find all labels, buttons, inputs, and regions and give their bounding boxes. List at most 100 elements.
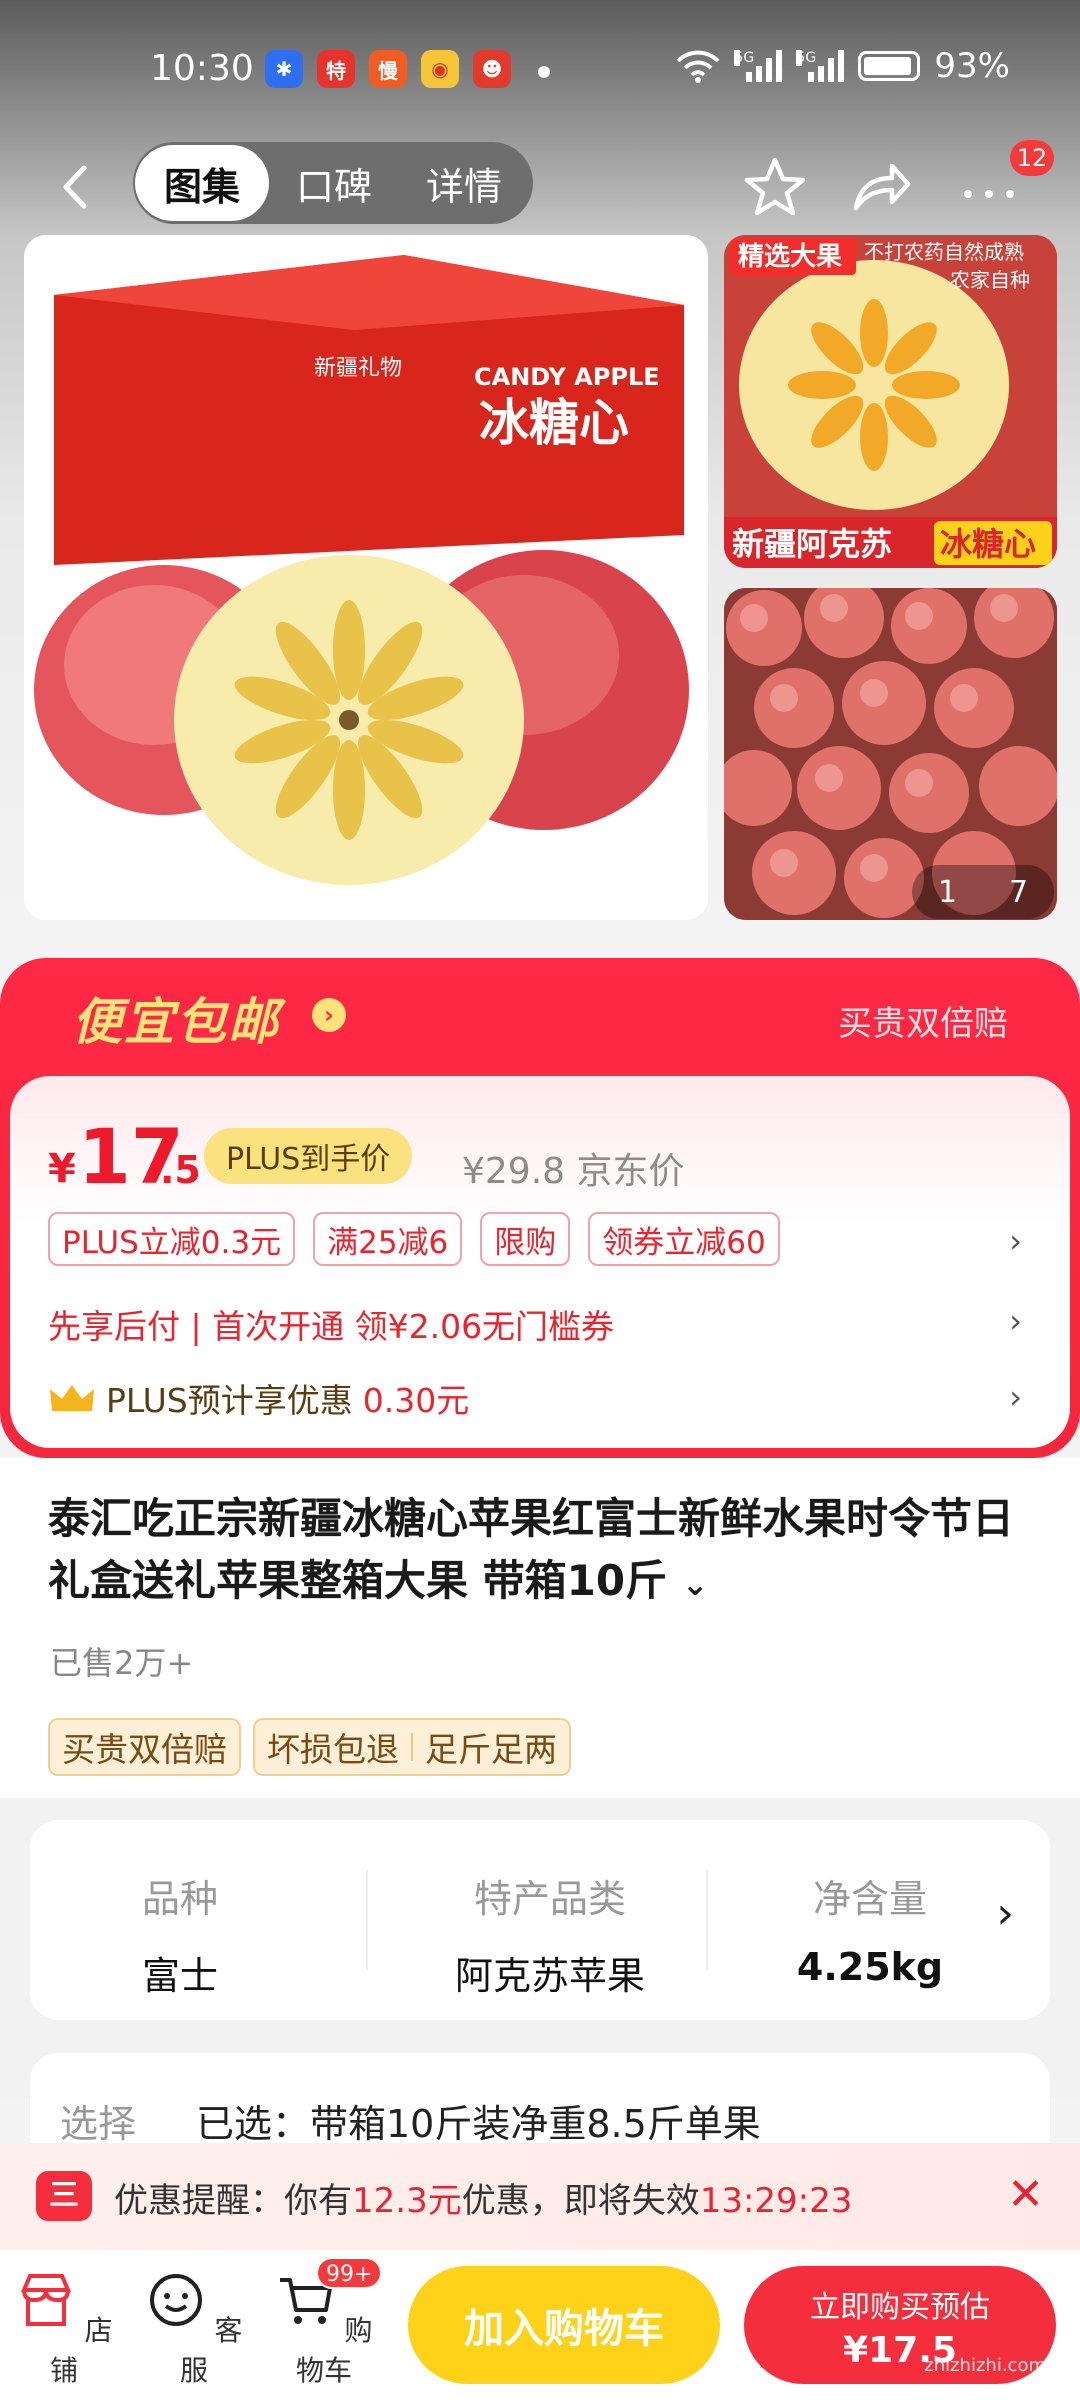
close-icon[interactable]: ✕ bbox=[1007, 2169, 1044, 2220]
status-right: 5G 5G 93% bbox=[676, 46, 1010, 86]
signal-2-icon: 5G bbox=[796, 50, 845, 82]
select-value: 已选：带箱10斤装净重8.5斤单果 bbox=[196, 2102, 761, 2146]
battery-icon bbox=[858, 51, 921, 81]
tags-chevron-icon[interactable]: › bbox=[1009, 1222, 1022, 1260]
crown-icon bbox=[50, 1385, 94, 1411]
thumb1-caption-tag: 冰糖心 bbox=[940, 525, 1036, 563]
plus-benefit-row[interactable]: PLUS预计享优惠 0.30元 bbox=[48, 1374, 469, 1422]
tag-full-reduction[interactable]: 满25减6 bbox=[313, 1212, 463, 1266]
buy-now-label: 立即购买预估 bbox=[810, 2290, 990, 2325]
net-label-1: 5G bbox=[734, 50, 755, 66]
tag-plus-discount[interactable]: PLUS立减0.3元 bbox=[48, 1212, 296, 1266]
tag-coupon[interactable]: 领券立减60 bbox=[588, 1212, 780, 1266]
counter-total: 7 bbox=[1008, 874, 1029, 910]
orig-price-label: 京东价 bbox=[576, 1151, 685, 1192]
image-counter: 1 7 bbox=[912, 865, 1054, 919]
sold-count: 已售2万+ bbox=[50, 1644, 194, 1682]
main-product-image[interactable]: 新疆礼物 CANDY APPLE 冰糖心 bbox=[24, 235, 708, 920]
man-icon: 慢 bbox=[369, 50, 407, 88]
pay-later-row[interactable]: 先享后付 | 首次开通 领¥2.06无门槛券 bbox=[48, 1300, 614, 1348]
cart-count-badge: 99+ bbox=[316, 2257, 383, 2289]
image-gallery: 新疆礼物 CANDY APPLE 冰糖心 精选大果 不打农药自然成熟 农家自种 … bbox=[0, 235, 1080, 955]
service-damage-refund: 坏损包退 bbox=[267, 1730, 399, 1769]
reminder-amount: 12.3元 bbox=[352, 2181, 462, 2221]
reminder-mid: 优惠，即将失效 bbox=[461, 2181, 700, 2221]
spec-net-weight: 净含量 4.25kg bbox=[770, 1868, 970, 1989]
signal-1-icon: 5G bbox=[734, 50, 783, 82]
price-card: ¥ 17 .5 PLUS到手价 ¥29.8 京东价 PLUS立减0.3元 满25… bbox=[10, 1076, 1070, 1448]
service-full-weight: 足斤足两 bbox=[425, 1730, 557, 1769]
star-icon[interactable] bbox=[740, 152, 810, 222]
status-bar: 10:30 ✱ 特 慢 ◉ ☻ 5G 5G 93% bbox=[0, 0, 1080, 140]
service-pair[interactable]: 坏损包退 足斤足两 bbox=[253, 1718, 571, 1776]
watermark: zhizhizhi.com bbox=[924, 2355, 1046, 2376]
plus-chevron-icon[interactable]: › bbox=[1009, 1378, 1022, 1416]
thumb1-note2: 农家自种 bbox=[950, 268, 1030, 292]
chat-smile-icon bbox=[149, 2274, 202, 2326]
tab-reviews[interactable]: 口碑 bbox=[269, 142, 399, 224]
tab-details[interactable]: 详情 bbox=[399, 142, 529, 224]
buy-now-button[interactable]: 立即购买预估 ¥17.5 zhizhizhi.com bbox=[744, 2266, 1056, 2384]
thumbnail-image-1[interactable]: 精选大果 不打农药自然成熟 农家自种 新疆阿克苏 冰糖心 bbox=[724, 235, 1057, 568]
reminder-prefix: 优惠提醒：你有 bbox=[114, 2181, 352, 2221]
tab-bar: 图集 口碑 详情 bbox=[133, 142, 533, 224]
top-nav: 图集 口碑 详情 bbox=[0, 140, 1080, 235]
weibo-icon: ◉ bbox=[421, 50, 459, 88]
spec-divider bbox=[706, 1870, 708, 1970]
store-icon bbox=[20, 2274, 71, 2326]
product-info: 泰汇吃正宗新疆冰糖心苹果红富士新鲜水果时令节日礼盒送礼苹果整箱大果 带箱10斤 … bbox=[0, 1458, 1080, 1798]
promo-card: 便宜包邮 › 买贵双倍赔 ¥ 17 .5 PLUS到手价 ¥29.8 京东价 P… bbox=[0, 958, 1080, 1458]
status-time: 10:30 bbox=[150, 48, 254, 89]
share-icon[interactable] bbox=[846, 152, 916, 222]
tab-gallery[interactable]: 图集 bbox=[135, 145, 269, 221]
service-button[interactable]: 客服 bbox=[144, 2270, 244, 2389]
add-to-cart-button[interactable]: 加入购物车 bbox=[408, 2266, 720, 2384]
plus-benefit-text: PLUS预计享优惠 bbox=[106, 1381, 353, 1420]
counter-current: 1 bbox=[937, 874, 958, 910]
battery-percent: 93% bbox=[934, 46, 1010, 86]
back-icon[interactable] bbox=[52, 162, 102, 212]
thumb1-tag: 精选大果 bbox=[738, 242, 842, 272]
jd-icon: ☻ bbox=[473, 50, 511, 88]
reminder-countdown: 13:29:23 bbox=[699, 2181, 853, 2221]
specs-chevron-icon[interactable]: › bbox=[996, 1888, 1014, 1939]
specs-card[interactable]: 品种 富士 特产品类 阿克苏苹果 净含量 4.25kg › bbox=[30, 1820, 1050, 2020]
promo-arrow-icon[interactable]: › bbox=[312, 998, 346, 1032]
reminder-text: 优惠提醒：你有12.3元优惠，即将失效13:29:23 bbox=[114, 2173, 852, 2222]
price-decimal: .5 bbox=[160, 1148, 201, 1192]
store-button[interactable]: 店铺 bbox=[14, 2270, 114, 2389]
coupon-reminder[interactable]: 三 优惠提醒：你有12.3元优惠，即将失效13:29:23 ✕ bbox=[0, 2143, 1080, 2250]
thumb1-note1: 不打农药自然成熟 bbox=[864, 240, 1024, 264]
tag-limit[interactable]: 限购 bbox=[480, 1212, 571, 1266]
spec-key: 品种 bbox=[141, 1877, 218, 1921]
notification-icons: ✱ 特 慢 ◉ ☻ bbox=[265, 50, 511, 88]
service-price-guarantee[interactable]: 买贵双倍赔 bbox=[48, 1718, 241, 1776]
box-en-text: CANDY APPLE bbox=[474, 363, 660, 391]
coupon-icon: 三 bbox=[36, 2171, 92, 2221]
spec-key: 特产品类 bbox=[473, 1877, 626, 1921]
product-title[interactable]: 泰汇吃正宗新疆冰糖心苹果红富士新鲜水果时令节日礼盒送礼苹果整箱大果 带箱10斤 … bbox=[48, 1488, 1038, 1615]
tejia-icon: 特 bbox=[317, 50, 355, 88]
service-badges[interactable]: 买贵双倍赔 坏损包退 足斤足两 bbox=[48, 1718, 571, 1776]
promo-title[interactable]: 便宜包邮 bbox=[72, 982, 280, 1054]
product-title-text: 泰汇吃正宗新疆冰糖心苹果红富士新鲜水果时令节日礼盒送礼苹果整箱大果 带箱10斤 bbox=[48, 1494, 1015, 1605]
box-brand-text: 新疆礼物 bbox=[314, 356, 402, 381]
wifi-icon bbox=[676, 50, 720, 83]
original-price: ¥29.8 京东价 bbox=[462, 1142, 685, 1194]
thumb1-illustration: 精选大果 不打农药自然成熟 农家自种 新疆阿克苏 冰糖心 bbox=[724, 235, 1057, 568]
spec-key: 净含量 bbox=[812, 1877, 927, 1921]
paylater-chevron-icon[interactable]: › bbox=[1009, 1302, 1022, 1340]
plus-benefit-amount: 0.30元 bbox=[362, 1381, 470, 1420]
title-expand-icon[interactable]: ⌄ bbox=[682, 1565, 709, 1603]
net-label-2: 5G bbox=[796, 50, 817, 66]
specs-section: 品种 富士 特产品类 阿克苏苹果 净含量 4.25kg › 选择 已选：带箱10… bbox=[0, 1798, 1080, 2146]
discount-tags[interactable]: PLUS立减0.3元 满25减6 限购 领券立减60 bbox=[48, 1212, 780, 1266]
spec-value: 富士 bbox=[141, 1954, 218, 1998]
sku-select-row[interactable]: 选择 已选：带箱10斤装净重8.5斤单果 bbox=[30, 2053, 1050, 2146]
baidu-icon: ✱ bbox=[265, 50, 303, 88]
spec-variety: 品种 富士 bbox=[70, 1868, 290, 2000]
price-guarantee[interactable]: 买贵双倍赔 bbox=[838, 996, 1008, 1045]
plus-price-tag: PLUS到手价 bbox=[204, 1128, 413, 1184]
spec-category: 特产品类 阿克苏苹果 bbox=[430, 1868, 670, 2000]
more-notifications-dot bbox=[538, 66, 550, 78]
